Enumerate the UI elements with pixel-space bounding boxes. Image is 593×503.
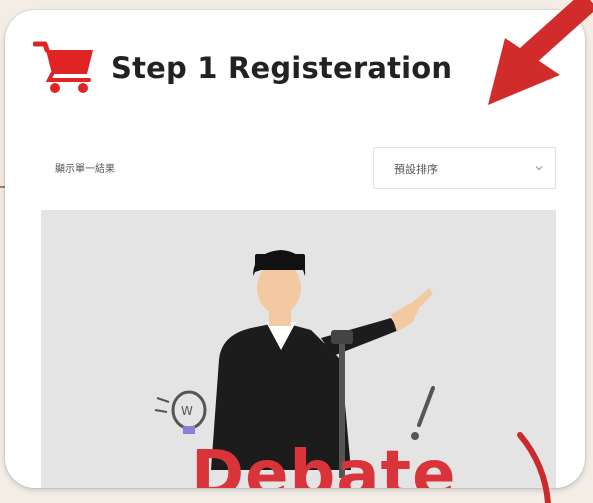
product-image-debate[interactable]: W Debate [41,210,556,488]
screenshot-stage: Step 1 Registeration 顯示單一結果 預設排序 W Debat… [0,0,593,503]
svg-text:W: W [181,404,193,418]
registration-card: Step 1 Registeration 顯示單一結果 預設排序 W Debat… [5,10,585,488]
sort-order-selected-value: 預設排序 [394,163,438,176]
shopping-cart-icon [33,41,93,93]
result-count-text: 顯示單一結果 [55,164,115,175]
card-header: Step 1 Registeration [33,36,452,100]
page-title: Step 1 Registeration [111,51,453,85]
chevron-down-icon [535,166,543,171]
debate-image-title: Debate [191,438,457,488]
sort-order-select[interactable]: 預設排序 [373,147,556,189]
